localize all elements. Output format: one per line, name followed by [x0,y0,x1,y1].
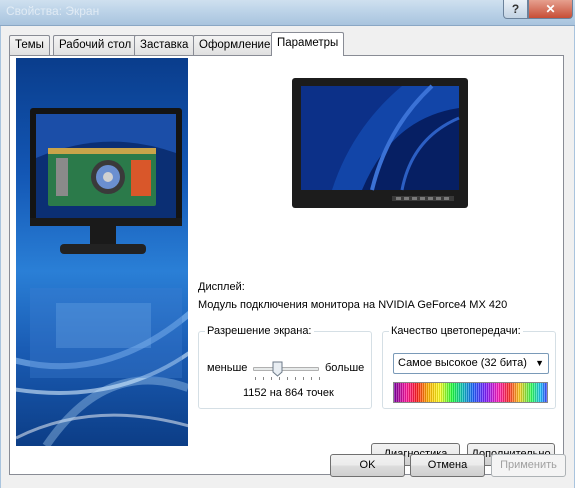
resolution-slider-thumb[interactable] [272,361,283,377]
settings-panel: Дисплей: Модуль подключения монитора на … [9,55,564,475]
tab-settings[interactable]: Параметры [271,32,345,56]
apply-button[interactable]: Применить [491,454,566,477]
resolution-slider-ticks [255,377,320,380]
color-quality-group-title: Качество цветопередачи: [389,325,523,337]
window-title: Свойства: Экран [6,4,100,18]
title-bar: Свойства: Экран ? ✕ [0,0,575,26]
display-label: Дисплей: [198,281,245,293]
resolution-group-title: Разрешение экрана: [205,325,314,337]
tab-themes[interactable]: Темы [9,35,50,55]
chevron-down-icon: ▼ [535,358,544,368]
close-button[interactable]: ✕ [528,0,573,19]
display-device-name: Модуль подключения монитора на NVIDIA Ge… [198,299,508,311]
color-quality-group: Качество цветопередачи: Самое высокое (3… [382,325,556,409]
resolution-slider-track[interactable] [253,367,319,371]
tab-desktop[interactable]: Рабочий стол [53,35,138,55]
color-quality-value: Самое высокое (32 бита) [398,357,527,369]
tab-screensaver[interactable]: Заставка [134,35,195,55]
ok-button[interactable]: OK [330,454,405,477]
tab-appearance[interactable]: Оформление [193,35,277,55]
color-quality-select[interactable]: Самое высокое (32 бита) ▼ [393,353,549,374]
side-banner-image [16,58,188,446]
help-button[interactable]: ? [503,0,528,19]
resolution-less-label: меньше [207,362,248,374]
resolution-more-label: больше [325,362,365,374]
help-icon: ? [511,2,520,16]
cancel-button[interactable]: Отмена [410,454,485,477]
dialog-body: Темы Рабочий стол Заставка Оформление Па… [0,26,575,488]
color-spectrum-preview [393,382,548,403]
resolution-group: Разрешение экрана: меньше больше 1152 на… [198,325,372,409]
close-icon: ✕ [545,2,556,16]
preview-monitor-image [292,78,468,208]
resolution-value: 1152 на 864 точек [243,387,334,399]
